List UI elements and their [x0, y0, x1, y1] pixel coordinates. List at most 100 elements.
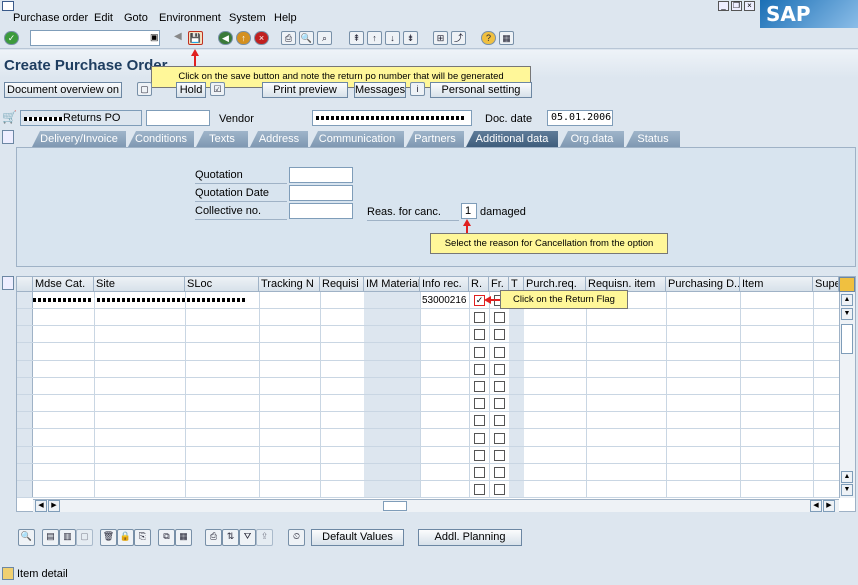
free-item-checkbox[interactable] — [494, 312, 505, 324]
return-flag-checkbox[interactable] — [474, 449, 485, 461]
return-flag-checkbox[interactable] — [474, 329, 485, 341]
help-icon[interactable]: ? — [481, 31, 496, 45]
vertical-scroll-thumb[interactable] — [841, 324, 853, 354]
create-session-icon[interactable]: ⊞ — [433, 31, 448, 45]
tab-list-icon[interactable] — [2, 130, 14, 144]
free-item-checkbox[interactable] — [494, 381, 505, 392]
messages-button[interactable]: Messages — [354, 82, 406, 98]
scroll-up-icon[interactable]: ▲ — [841, 471, 853, 483]
tab-texts[interactable]: Texts — [196, 131, 248, 147]
quotation-field[interactable] — [289, 167, 353, 183]
item-detail-icon[interactable] — [2, 567, 14, 580]
copy-icon[interactable]: ⧉ — [158, 529, 175, 546]
last-page-icon[interactable]: ⇟ — [403, 31, 418, 45]
free-item-checkbox[interactable] — [494, 449, 505, 461]
return-flag-checkbox[interactable] — [474, 312, 485, 324]
column-header[interactable]: Site — [94, 277, 185, 292]
new-document-icon[interactable]: ▢ — [137, 82, 152, 96]
close-icon[interactable]: × — [744, 1, 755, 11]
free-item-checkbox[interactable] — [494, 432, 505, 444]
tab-communication[interactable]: Communication — [310, 131, 404, 147]
unlock-icon[interactable]: ⎘ — [134, 529, 151, 546]
table-row[interactable] — [17, 481, 839, 499]
doc-type-field[interactable]: Returns PO — [20, 110, 142, 126]
vendor-field[interactable] — [312, 110, 472, 126]
select-all-icon[interactable]: ▤ — [42, 529, 59, 546]
print-preview-button[interactable]: Print preview — [262, 82, 348, 98]
scroll-left-icon[interactable]: ◀ — [35, 500, 47, 512]
free-item-checkbox[interactable] — [494, 467, 505, 478]
column-header[interactable]: SLoc — [185, 277, 259, 292]
table-row[interactable] — [17, 430, 839, 447]
save-icon[interactable]: 💾 — [188, 31, 203, 45]
column-header[interactable]: Item — [740, 277, 813, 292]
export-icon[interactable]: ⇪ — [256, 529, 273, 546]
find-next-icon[interactable]: ⌕ — [317, 31, 332, 45]
column-config-icon[interactable] — [839, 277, 855, 292]
table-row[interactable] — [17, 344, 839, 361]
po-number-field[interactable] — [146, 110, 210, 126]
return-flag-checkbox[interactable] — [474, 363, 485, 375]
return-flag-checkbox[interactable] — [474, 346, 485, 358]
tab-delivery-invoice[interactable]: Delivery/Invoice — [32, 131, 126, 147]
shortcut-icon[interactable]: ⤴ — [451, 31, 466, 45]
enter-icon[interactable]: ✓ — [4, 31, 19, 45]
filter-icon[interactable]: ⛛ — [239, 529, 256, 546]
column-header[interactable]: Mdse Cat. — [33, 277, 94, 292]
sort-icon[interactable]: ⇅ — [222, 529, 239, 546]
next-page-icon[interactable]: ↓ — [385, 31, 400, 45]
table-row[interactable] — [17, 412, 839, 430]
lock-icon[interactable]: 🔒 — [117, 529, 134, 546]
reason-for-cancellation-field[interactable]: 1 — [461, 203, 477, 219]
vertical-scrollbar[interactable] — [839, 292, 855, 498]
menu-environment[interactable]: Environment — [159, 12, 221, 24]
column-header[interactable]: IM Material — [364, 277, 420, 292]
free-item-checkbox[interactable] — [494, 398, 505, 410]
tab-address[interactable]: Address — [250, 131, 308, 147]
tab-additional-data[interactable]: Additional data — [466, 131, 558, 147]
table-row[interactable] — [17, 378, 839, 395]
table-settings-icon[interactable]: ▦ — [175, 529, 192, 546]
column-header[interactable]: Tracking N — [259, 277, 320, 292]
return-flag-checkbox[interactable] — [474, 415, 485, 427]
column-header[interactable]: Purchasing D... — [666, 277, 740, 292]
column-header[interactable]: R. — [469, 277, 489, 292]
return-flag-checkbox[interactable] — [474, 467, 485, 478]
tab-conditions[interactable]: Conditions — [128, 131, 194, 147]
free-item-checkbox[interactable] — [494, 346, 505, 358]
return-flag-checkbox[interactable] — [474, 432, 485, 444]
menu-system[interactable]: System — [229, 12, 266, 24]
tab-org-data[interactable]: Org.data — [560, 131, 624, 147]
scroll-down-icon[interactable]: ▼ — [841, 484, 853, 496]
free-item-checkbox[interactable] — [494, 415, 505, 427]
return-flag-checkbox[interactable] — [474, 398, 485, 410]
print-table-icon[interactable]: ⎙ — [205, 529, 222, 546]
previous-page-icon[interactable]: ↑ — [367, 31, 382, 45]
table-row[interactable] — [17, 464, 839, 481]
deselect-icon[interactable]: ▢ — [76, 529, 93, 546]
return-flag-checkbox[interactable] — [474, 381, 485, 392]
clock-icon[interactable]: ⏲ — [288, 529, 305, 546]
column-header[interactable]: Info rec. — [420, 277, 469, 292]
find-icon[interactable]: 🔍 — [299, 31, 314, 45]
select-block-icon[interactable]: ▥ — [59, 529, 76, 546]
tab-partners[interactable]: Partners — [406, 131, 464, 147]
horizontal-scroll-thumb[interactable] — [383, 501, 407, 511]
table-row[interactable] — [17, 326, 839, 344]
table-row[interactable] — [17, 395, 839, 413]
table-row[interactable] — [17, 361, 839, 378]
help-text-icon[interactable]: i — [410, 82, 425, 96]
exit-icon[interactable]: ↑ — [236, 31, 251, 45]
check-icon[interactable]: ☑ — [210, 82, 225, 96]
menu-edit[interactable]: Edit — [94, 12, 113, 24]
print-icon[interactable]: ⎙ — [281, 31, 296, 45]
tab-status[interactable]: Status — [626, 131, 680, 147]
layout-menu-icon[interactable]: ▦ — [499, 31, 514, 45]
horizontal-scrollbar[interactable] — [33, 499, 839, 512]
grid-select-all-icon[interactable] — [2, 276, 14, 290]
default-values-button[interactable]: Default Values — [311, 529, 404, 546]
menu-help[interactable]: Help — [274, 12, 297, 24]
hold-button[interactable]: Hold — [176, 82, 206, 98]
scroll-left-icon[interactable]: ◀ — [810, 500, 822, 512]
item-detail-label[interactable]: Item detail — [17, 568, 68, 580]
